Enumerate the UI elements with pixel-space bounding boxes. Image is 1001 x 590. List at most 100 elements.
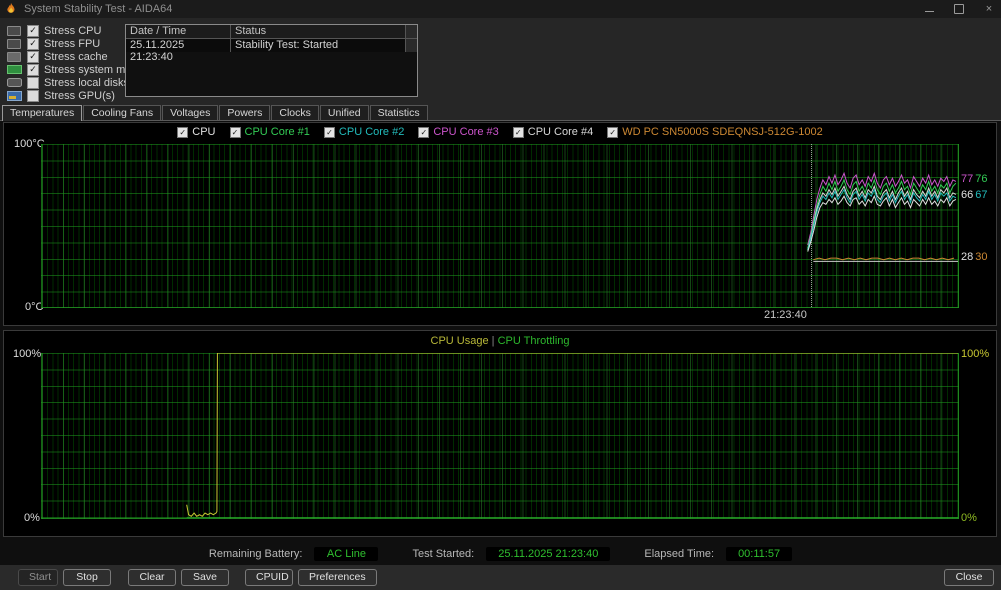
flame-icon <box>4 2 18 16</box>
elapsed-value: 00:11:57 <box>726 547 792 561</box>
legend-item-core1[interactable]: CPU Core #1 <box>230 126 310 138</box>
elapsed-label: Elapsed Time: <box>644 548 714 560</box>
tab-statistics[interactable]: Statistics <box>370 105 428 120</box>
value-core3: 77 <box>961 173 973 185</box>
legend-core1-checkbox[interactable] <box>230 127 241 138</box>
memory-icon <box>6 65 22 75</box>
restore-icon[interactable] <box>953 3 965 15</box>
clear-button[interactable]: Clear <box>128 569 176 586</box>
temperature-series <box>42 144 958 307</box>
legend-item-core3[interactable]: CPU Core #3 <box>418 126 498 138</box>
column-status: Status <box>231 25 405 38</box>
stress-fpu-label: Stress FPU <box>44 38 100 50</box>
column-datetime: Date / Time <box>126 25 231 38</box>
legend-core2-label: CPU Core #2 <box>339 126 404 138</box>
stress-gpu-label: Stress GPU(s) <box>44 90 115 102</box>
legend-core3-label: CPU Core #3 <box>433 126 498 138</box>
legend-ssd-checkbox[interactable] <box>607 127 618 138</box>
usage-chart-panel: CPU Usage | CPU Throttling 100% 0% 100% … <box>3 330 997 537</box>
battery-label: Remaining Battery: <box>209 548 303 560</box>
value-drive: 30 <box>975 251 987 263</box>
legend-item-core4[interactable]: CPU Core #4 <box>513 126 593 138</box>
preferences-button[interactable]: Preferences <box>298 569 377 586</box>
disk-icon <box>6 78 22 88</box>
legend-item-ssd[interactable]: WD PC SN5000S SDEQNSJ-512G-1002 <box>607 126 823 138</box>
status-bar: Remaining Battery: AC Line Test Started:… <box>0 545 1001 563</box>
legend-item-core2[interactable]: CPU Core #2 <box>324 126 404 138</box>
cpuid-button[interactable]: CPUID <box>245 569 293 586</box>
usage-plot <box>41 353 959 519</box>
stress-gpu-checkbox[interactable] <box>27 90 39 102</box>
legend-ssd-label: WD PC SN5000S SDEQNSJ-512G-1002 <box>622 126 823 138</box>
event-status: Stability Test: Started <box>231 39 405 52</box>
button-bar: Start Stop Clear Save CPUID Preferences … <box>0 565 1001 590</box>
test-started-value: 25.11.2025 21:23:40 <box>486 547 610 561</box>
stress-cpu-label: Stress CPU <box>44 25 101 37</box>
cache-icon <box>6 52 22 62</box>
event-log-header: Date / Time Status <box>126 25 417 39</box>
temp-values-high: 77 76 <box>961 173 988 185</box>
event-log-table: Date / Time Status 25.11.2025 21:23:40 S… <box>125 24 418 97</box>
tab-strip: Temperatures Cooling Fans Voltages Power… <box>0 106 1001 121</box>
usage-right-max: 100% <box>961 348 989 360</box>
cpu-usage-title: CPU Usage <box>431 335 489 347</box>
stress-cpu-checkbox[interactable] <box>27 25 39 37</box>
legend-core4-checkbox[interactable] <box>513 127 524 138</box>
stress-disks-label: Stress local disks <box>44 77 129 89</box>
tab-temperatures[interactable]: Temperatures <box>2 105 82 121</box>
test-started-label: Test Started: <box>412 548 474 560</box>
battery-value: AC Line <box>314 547 378 561</box>
title-separator: | <box>492 335 495 347</box>
legend-cpu-checkbox[interactable] <box>177 127 188 138</box>
stress-cache-label: Stress cache <box>44 51 108 63</box>
temperature-chart-panel: CPU CPU Core #1 CPU Core #2 CPU Core #3 … <box>3 122 997 326</box>
table-row[interactable]: 25.11.2025 21:23:40 Stability Test: Star… <box>126 39 417 52</box>
event-datetime: 25.11.2025 21:23:40 <box>126 39 231 52</box>
stress-cache-checkbox[interactable] <box>27 51 39 63</box>
cpu-icon <box>6 26 22 36</box>
gpu-icon <box>6 91 22 101</box>
window-title: System Stability Test - AIDA64 <box>24 3 172 15</box>
stop-button[interactable]: Stop <box>63 569 111 586</box>
tab-voltages[interactable]: Voltages <box>162 105 218 120</box>
legend-core3-checkbox[interactable] <box>418 127 429 138</box>
usage-0-label: 0% <box>961 512 977 524</box>
temp-values-mid: 66 67 <box>961 189 988 201</box>
legend-item-cpu[interactable]: CPU <box>177 126 215 138</box>
fpu-icon <box>6 39 22 49</box>
usage-chart-title: CPU Usage | CPU Throttling <box>4 335 996 347</box>
close-button[interactable]: Close <box>944 569 994 586</box>
usage-y-min-label: 0% <box>24 512 40 524</box>
tab-powers[interactable]: Powers <box>219 105 270 120</box>
tab-clocks[interactable]: Clocks <box>271 105 319 120</box>
cpu-throttling-title: CPU Throttling <box>498 335 570 347</box>
table-scrollbar[interactable] <box>405 25 417 38</box>
save-button[interactable]: Save <box>181 569 229 586</box>
time-marker-label: 21:23:40 <box>764 309 807 321</box>
stress-fpu-checkbox[interactable] <box>27 38 39 50</box>
chart-area: CPU CPU Core #1 CPU Core #2 CPU Core #3 … <box>0 121 1001 565</box>
usage-y-max-label: 100% <box>13 348 41 360</box>
start-button[interactable]: Start <box>18 569 58 586</box>
value-core1: 76 <box>975 173 987 185</box>
legend-core4-label: CPU Core #4 <box>528 126 593 138</box>
close-icon[interactable]: × <box>983 3 995 15</box>
legend-core2-checkbox[interactable] <box>324 127 335 138</box>
stress-disks-checkbox[interactable] <box>27 77 39 89</box>
tab-cooling-fans[interactable]: Cooling Fans <box>83 105 161 120</box>
temperature-legend: CPU CPU Core #1 CPU Core #2 CPU Core #3 … <box>4 126 996 138</box>
value-cpu: 66 <box>961 189 973 201</box>
value-drive2: 28 <box>961 251 973 263</box>
temp-values-low: 28 30 <box>961 251 988 263</box>
usage-right-min: 0% <box>961 512 977 524</box>
legend-cpu-label: CPU <box>192 126 215 138</box>
usage-series <box>42 353 958 518</box>
minimize-icon[interactable] <box>923 3 935 15</box>
table-scrollbar-track[interactable] <box>405 39 417 52</box>
legend-core1-label: CPU Core #1 <box>245 126 310 138</box>
title-bar: System Stability Test - AIDA64 × <box>0 0 1001 18</box>
value-core2: 67 <box>975 189 987 201</box>
temperature-plot <box>41 144 959 308</box>
tab-unified[interactable]: Unified <box>320 105 369 120</box>
stress-memory-checkbox[interactable] <box>27 64 39 76</box>
